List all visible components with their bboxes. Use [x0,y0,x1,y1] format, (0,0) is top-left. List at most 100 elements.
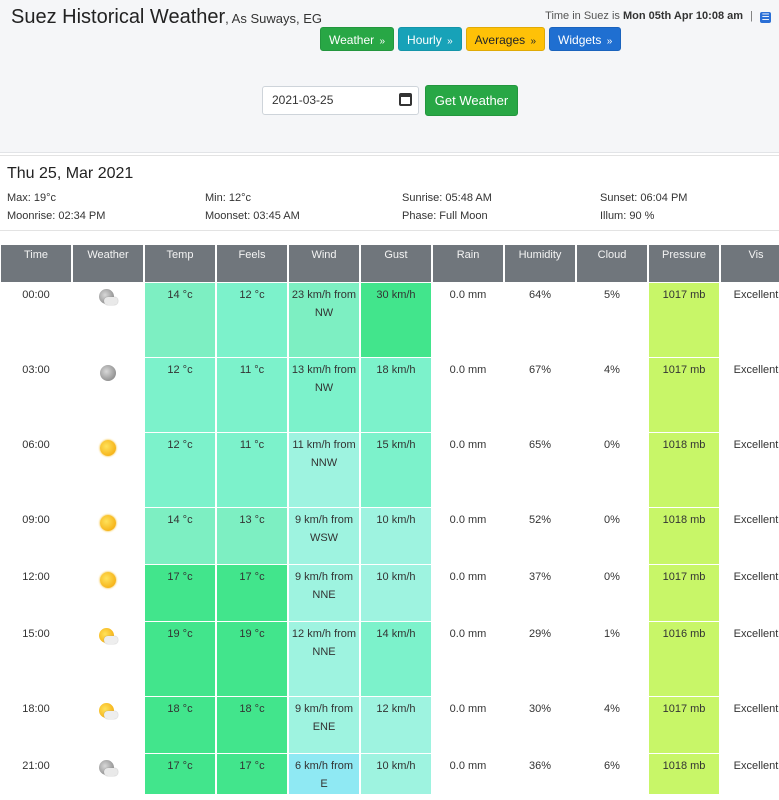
separator: | [750,10,753,22]
col-wind: Wind [289,245,359,282]
local-time: Mon 05th Apr 10:08 am [623,10,744,22]
pressure-cell: 1018 mb [649,754,719,794]
nav-buttons: Weather » Hourly » Averages » Widgets » [320,27,622,51]
table-row: 00:00 14 °c 12 °c 23 km/h from NW 30 km/… [1,283,779,357]
chevron-right-icon: » [530,36,537,47]
humidity-cell: 65% [505,433,575,507]
rain-cell: 0.0 mm [433,433,503,507]
wind-cell: 9 km/h from ENE [289,697,359,753]
averages-button[interactable]: Averages » [465,27,546,51]
gust-cell: 14 km/h [361,622,431,696]
weather-cell [73,433,143,507]
moon-illumination: Illum: 90 % [600,210,655,222]
sunset: Sunset: 06:04 PM [600,192,688,204]
gust-cell: 10 km/h [361,565,431,621]
humidity-cell: 29% [505,622,575,696]
pressure-cell: 1017 mb [649,697,719,753]
feels-cell: 19 °c [217,622,287,696]
pressure-cell: 1017 mb [649,358,719,432]
col-pressure: Pressure [649,245,719,282]
vis-cell: Excellent [721,622,779,696]
vis-cell: Excellent [721,358,779,432]
col-cloud: Cloud [577,245,647,282]
temp-cell: 18 °c [145,697,215,753]
wind-cell: 6 km/h from E [289,754,359,794]
weather-button[interactable]: Weather » [320,27,395,51]
hourly-button-label: Hourly [407,33,442,47]
rss-icon[interactable]: ☰ [760,12,771,23]
weather-cell [73,697,143,753]
cloud-cell: 1% [577,622,647,696]
pressure-cell: 1018 mb [649,433,719,507]
chevron-right-icon: » [606,36,613,47]
table-row: 21:00 17 °c 17 °c 6 km/h from E 10 km/h … [1,754,779,794]
chevron-right-icon: » [447,36,453,47]
widgets-button-label: Widgets [558,33,602,47]
gust-cell: 18 km/h [361,358,431,432]
hourly-button[interactable]: Hourly » [398,27,462,51]
cloud-cell: 4% [577,358,647,432]
table-row: 18:00 18 °c 18 °c 9 km/h from ENE 12 km/… [1,697,779,753]
temp-cell: 19 °c [145,622,215,696]
weather-cell [73,565,143,621]
pressure-cell: 1016 mb [649,622,719,696]
humidity-cell: 64% [505,283,575,357]
feels-cell: 12 °c [217,283,287,357]
feels-cell: 11 °c [217,358,287,432]
time-cell: 21:00 [1,754,71,794]
temp-cell: 12 °c [145,358,215,432]
temp-cell: 12 °c [145,433,215,507]
moonset: Moonset: 03:45 AM [205,210,300,222]
col-weather: Weather [73,245,143,282]
time-cell: 09:00 [1,508,71,564]
time-cell: 18:00 [1,697,71,753]
weather-button-label: Weather [329,33,375,47]
wind-cell: 9 km/h from NNE [289,565,359,621]
wind-cell: 9 km/h from WSW [289,508,359,564]
widgets-button[interactable]: Widgets » [549,27,622,51]
table-header-row: Time Weather Temp Feels Wind Gust Rain H… [1,245,779,282]
time-cell: 12:00 [1,565,71,621]
gust-cell: 10 km/h [361,508,431,564]
vis-cell: Excellent [721,283,779,357]
date-input[interactable]: 2021-03-25 [262,86,419,115]
rain-cell: 0.0 mm [433,283,503,357]
col-feels: Feels [217,245,287,282]
weather-cell [73,283,143,357]
table-row: 06:00 12 °c 11 °c 11 km/h from NNW 15 km… [1,433,779,507]
cloud-cell: 6% [577,754,647,794]
weather-cell [73,622,143,696]
cloud-cell: 0% [577,433,647,507]
humidity-cell: 67% [505,358,575,432]
table-row: 03:00 12 °c 11 °c 13 km/h from NW 18 km/… [1,358,779,432]
gust-cell: 10 km/h [361,754,431,794]
col-rain: Rain [433,245,503,282]
cloud-sun-icon [97,703,119,721]
gust-cell: 12 km/h [361,697,431,753]
hourly-weather-table-wrapper: Time Weather Temp Feels Wind Gust Rain H… [0,244,779,795]
top-panel: Suez Historical Weather, As Suways, EG T… [0,0,779,153]
moon-icon [100,365,116,381]
table-row: 15:00 19 °c 19 °c 12 km/h from NNE 14 km… [1,622,779,696]
feels-cell: 13 °c [217,508,287,564]
moon-phase: Phase: Full Moon [402,210,488,222]
feels-cell: 18 °c [217,697,287,753]
rain-cell: 0.0 mm [433,622,503,696]
wind-cell: 23 km/h from NW [289,283,359,357]
temp-cell: 17 °c [145,565,215,621]
wind-cell: 13 km/h from NW [289,358,359,432]
sun-icon [100,515,116,531]
weather-cell [73,754,143,794]
page-title: Suez Historical Weather, As Suways, EG [11,6,322,29]
vis-cell: Excellent [721,508,779,564]
col-temp: Temp [145,245,215,282]
gust-cell: 30 km/h [361,283,431,357]
moonrise: Moonrise: 02:34 PM [7,210,106,222]
temp-cell: 14 °c [145,283,215,357]
table-row: 09:00 14 °c 13 °c 9 km/h from WSW 10 km/… [1,508,779,564]
calendar-icon[interactable] [399,93,412,106]
vis-cell: Excellent [721,433,779,507]
sunrise: Sunrise: 05:48 AM [402,192,492,204]
weather-cell [73,358,143,432]
get-weather-button[interactable]: Get Weather [425,85,518,116]
